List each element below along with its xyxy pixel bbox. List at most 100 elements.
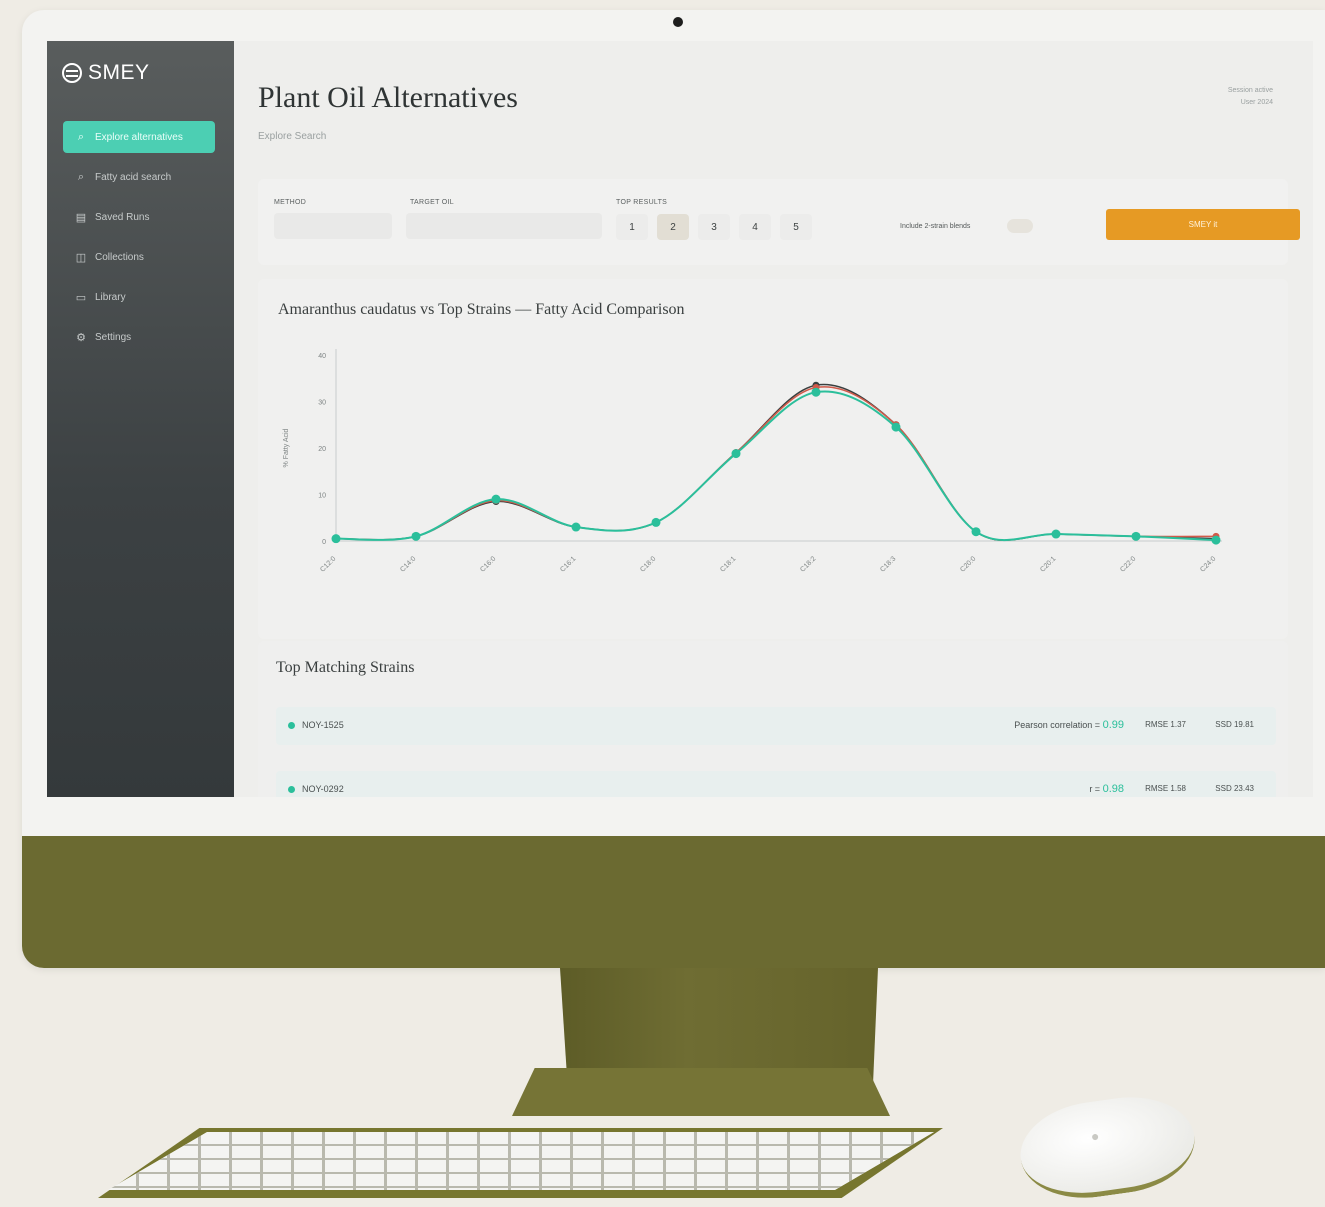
sidebar-item-collections[interactable]: ◫ Collections <box>63 241 215 273</box>
session-status: Session active <box>1227 87 1273 94</box>
y-tick-label: 10 <box>318 493 326 500</box>
top-results-option-1[interactable]: 1 <box>616 214 648 240</box>
comparison-chart-card: Amaranthus caudatus vs Top Strains — Fat… <box>258 279 1288 639</box>
y-tick-label: 40 <box>318 353 326 360</box>
breadcrumb[interactable]: Explore Search <box>258 131 326 142</box>
results-title: Top Matching Strains <box>276 659 415 676</box>
session-user: User 2024 <box>1240 99 1273 106</box>
fatty-acid-chart: 0 10 20 30 40 % Fatty Acid C12:0 C14:0 C16:0 C16:… <box>283 349 1222 574</box>
correlation-value: 0.99 <box>1102 719 1124 731</box>
series-3-point <box>331 534 341 544</box>
search-icon: ⌕ <box>77 170 85 183</box>
method-label: METHOD <box>274 199 307 206</box>
rmse-value: RMSE 1.37 <box>1145 720 1186 729</box>
series-3-point <box>1051 529 1061 539</box>
sidebar-item-label: Library <box>95 291 126 303</box>
results-card: Top Matching Strains NOY-1525 Pearson co… <box>258 641 1288 797</box>
sidebar-item-explore[interactable]: ⌕ Explore alternatives <box>63 121 215 153</box>
correlation-label: r = <box>1089 784 1103 794</box>
blend-toggle[interactable] <box>1007 219 1033 233</box>
search-controls: METHOD TARGET OIL TOP RESULTS 1 2 3 4 5 … <box>258 179 1300 265</box>
series-3-point <box>1131 531 1141 541</box>
x-tick-label: C14:0 <box>399 555 417 573</box>
sidebar-item-settings[interactable]: ⚙ Settings <box>63 321 215 353</box>
rmse-value: RMSE 1.58 <box>1145 784 1186 793</box>
series-3-point <box>891 422 901 432</box>
sidebar-item-saved-runs[interactable]: ▤ Saved Runs <box>63 201 215 233</box>
sidebar: SMEY ⌕ Explore alternatives ⌕ Fatty acid… <box>47 41 234 797</box>
search-icon: ⌕ <box>77 130 85 143</box>
logo-text: SMEY <box>88 61 150 84</box>
book-icon: ▭ <box>75 291 87 304</box>
sidebar-item-label: Explore alternatives <box>95 131 183 143</box>
series-3-point <box>731 449 741 459</box>
y-axis-label: % Fatty Acid <box>283 428 290 467</box>
session-info: Session active User 2024 <box>1228 85 1273 109</box>
strain-name: NOY-0292 <box>302 784 344 794</box>
logo-icon <box>62 63 82 83</box>
correlation: r = 0.98 <box>1089 783 1124 795</box>
x-tick-label: C20:0 <box>959 555 977 573</box>
blend-toggle-label: Include 2-strain blends <box>900 223 971 230</box>
y-tick-label: 30 <box>318 400 326 407</box>
x-tick-label: C18:0 <box>639 555 657 573</box>
x-tick-label: C16:1 <box>559 555 577 573</box>
method-select[interactable] <box>274 213 392 239</box>
app-logo[interactable]: SMEY <box>62 61 150 85</box>
result-row[interactable]: NOY-1525 Pearson correlation = 0.99 RMSE… <box>276 707 1276 745</box>
strain-dot <box>288 722 295 729</box>
result-row[interactable]: NOY-0292 r = 0.98 RMSE 1.58 SSD 23.43 <box>276 771 1276 797</box>
sidebar-item-label: Settings <box>95 331 132 343</box>
submit-button[interactable]: SMEY it <box>1106 209 1300 240</box>
strain-dot <box>288 786 295 793</box>
y-tick-label: 0 <box>322 539 326 546</box>
series-3-point <box>811 387 821 397</box>
sidebar-item-label: Collections <box>95 251 144 263</box>
series-3-point <box>491 494 501 504</box>
sidebar-nav: ⌕ Explore alternatives ⌕ Fatty acid sear… <box>63 121 215 361</box>
top-results-option-4[interactable]: 4 <box>739 214 771 240</box>
series-line-2 <box>335 386 1217 541</box>
sidebar-item-label: Saved Runs <box>95 211 150 223</box>
target-oil-label: TARGET OIL <box>410 199 454 206</box>
target-oil-input[interactable] <box>406 213 602 239</box>
x-tick-label: C18:2 <box>799 555 817 573</box>
apple-logo-icon: ● <box>1091 1128 1100 1144</box>
monitor-stand-base <box>512 1068 890 1116</box>
series-line-1 <box>335 383 1217 541</box>
page-title: Plant Oil Alternatives <box>258 81 518 114</box>
top-results-option-2[interactable]: 2 <box>657 214 689 240</box>
monitor-chin <box>22 836 1325 968</box>
top-results-option-3[interactable]: 3 <box>698 214 730 240</box>
sidebar-item-library[interactable]: ▭ Library <box>63 281 215 313</box>
correlation: Pearson correlation = 0.99 <box>1014 719 1124 731</box>
top-results-label: TOP RESULTS <box>616 199 668 206</box>
main-content: Plant Oil Alternatives Explore Search Se… <box>234 41 1313 797</box>
series-3-point <box>1211 535 1221 545</box>
camera-dot <box>673 17 683 27</box>
strain-name: NOY-1525 <box>302 720 344 730</box>
correlation-value: 0.98 <box>1102 783 1124 795</box>
x-tick-label: C16:0 <box>479 555 497 573</box>
x-tick-label: C24:0 <box>1199 555 1217 573</box>
x-tick-label: C18:3 <box>879 555 897 573</box>
top-results-option-5[interactable]: 5 <box>780 214 812 240</box>
x-tick-label: C18:1 <box>719 555 737 573</box>
ssd-value: SSD 19.81 <box>1215 720 1254 729</box>
ssd-value: SSD 23.43 <box>1215 784 1254 793</box>
series-3-point <box>651 517 661 527</box>
mouse <box>1014 1088 1201 1207</box>
x-tick-label: C20:1 <box>1039 555 1057 573</box>
layers-icon: ◫ <box>75 251 87 264</box>
x-tick-label: C12:0 <box>319 555 337 573</box>
series-3-point <box>411 531 421 541</box>
correlation-label: Pearson correlation = <box>1014 720 1103 730</box>
sidebar-item-fatty-acid-search[interactable]: ⌕ Fatty acid search <box>63 161 215 193</box>
y-tick-label: 20 <box>318 446 326 453</box>
x-tick-label: C22:0 <box>1119 555 1137 573</box>
screen: SMEY ⌕ Explore alternatives ⌕ Fatty acid… <box>47 41 1313 797</box>
document-icon: ▤ <box>75 211 87 224</box>
series-3-point <box>971 527 981 537</box>
keyboard-key-rows <box>108 1132 934 1190</box>
series-3-point <box>571 522 581 532</box>
